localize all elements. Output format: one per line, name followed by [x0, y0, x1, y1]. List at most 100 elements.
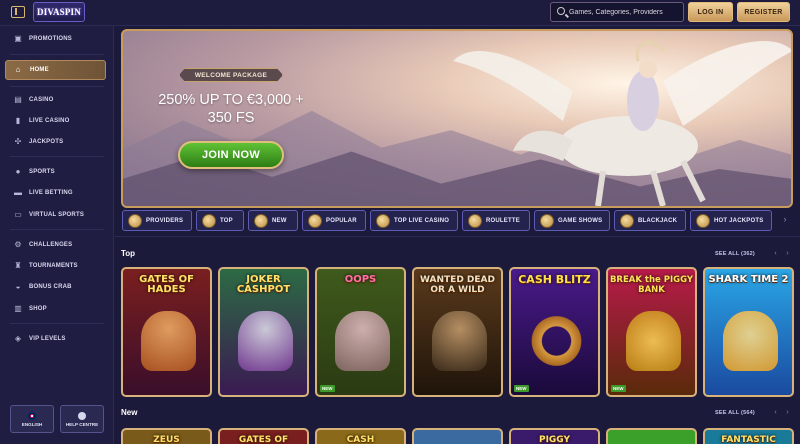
sports-icon: ● — [15, 167, 21, 176]
sidebar-item-promotions[interactable]: ▣ PROMOTIONS — [0, 31, 114, 47]
search-input[interactable] — [569, 5, 681, 19]
sidebar-item-label: TOURNAMENTS — [29, 263, 78, 269]
new-next-arrow-icon[interactable]: › — [783, 408, 792, 418]
help-centre-button[interactable]: HELP CENTRE — [60, 405, 104, 433]
hero-banner[interactable]: WELCOME PACKAGE 250% UP TO €3,000 + 350 … — [121, 29, 793, 208]
uk-flag-icon — [28, 411, 36, 420]
challenges-icon: ⚙ — [14, 240, 22, 249]
tab-top-live-casino[interactable]: TOP LIVE CASINO — [370, 210, 458, 231]
game-card-cash[interactable]: CASH — [315, 428, 406, 444]
shop-icon: ▥ — [14, 304, 22, 313]
tab-blackjack[interactable]: BLACKJACK — [614, 210, 686, 231]
section-title-new: New — [121, 408, 138, 417]
sidebar-divider — [10, 323, 104, 324]
section-divider — [115, 236, 800, 237]
tab-providers[interactable]: PROVIDERS — [122, 210, 192, 231]
language-button[interactable]: ENGLISH — [10, 405, 54, 433]
tab-game-shows[interactable]: GAME SHOWS — [534, 210, 610, 231]
new-prev-arrow-icon[interactable]: ‹ — [771, 408, 780, 418]
game-card-new-6[interactable] — [606, 428, 697, 444]
tab-label: PROVIDERS — [146, 217, 184, 224]
game-card-break-the-piggy-bank[interactable]: BREAK the PIGGY BANK NEW — [606, 267, 697, 397]
game-title: CASH BLITZ — [518, 273, 591, 286]
sidebar-divider — [10, 86, 104, 87]
game-card-zeus[interactable]: ZEUS — [121, 428, 212, 444]
sidebar-item-vip-levels[interactable]: ◈ VIP LEVELS — [0, 331, 114, 347]
categories-next-arrow-icon[interactable]: › — [779, 214, 791, 227]
top-live-casino-icon — [376, 214, 390, 228]
game-title: CASH — [346, 435, 375, 444]
site-logo[interactable]: DIVASPIN — [33, 2, 85, 22]
see-all-top-link[interactable]: SEE ALL (362) — [715, 251, 755, 257]
sidebar-item-label: SHOP — [29, 306, 47, 312]
pegasus-warrior-illustration — [453, 40, 791, 206]
search-box[interactable] — [550, 2, 684, 22]
game-card-gates-of-hades[interactable]: GATES OF HADES — [121, 267, 212, 397]
login-button[interactable]: LOG IN — [688, 2, 733, 22]
providers-icon — [128, 214, 142, 228]
see-all-new-link[interactable]: SEE ALL (564) — [715, 410, 755, 416]
tab-hot-jackpots[interactable]: HOT JACKPOTS — [690, 210, 772, 231]
tab-new[interactable]: NEW — [248, 210, 298, 231]
sidebar-item-label: PROMOTIONS — [29, 36, 73, 42]
top-prev-arrow-icon[interactable]: ‹ — [771, 249, 780, 259]
sidebar-item-jackpots[interactable]: ✣ JACKPOTS — [0, 134, 114, 150]
game-title: FANTASTIC — [721, 435, 776, 444]
vip-icon: ◈ — [14, 334, 22, 343]
game-card-shark-time-2[interactable]: SHARK TIME 2 — [703, 267, 794, 397]
sidebar-item-virtual-sports[interactable]: ▭ VIRTUAL SPORTS — [0, 207, 114, 223]
game-card-oops[interactable]: OOPS NEW — [315, 267, 406, 397]
tab-roulette[interactable]: ROULETTE — [462, 210, 530, 231]
new-badge: NEW — [611, 385, 626, 392]
sidebar-item-label: LIVE BETTING — [29, 190, 73, 196]
sidebar-divider — [10, 156, 104, 157]
game-title: GATES OF HADES — [238, 435, 289, 444]
register-button[interactable]: REGISTER — [737, 2, 790, 22]
tab-label: HOT JACKPOTS — [714, 217, 764, 224]
bonus-crab-icon: ◒ — [15, 282, 21, 291]
help-icon — [78, 411, 86, 420]
join-now-button[interactable]: JOIN NOW — [178, 141, 284, 169]
sidebar-item-challenges[interactable]: ⚙ CHALLENGES — [0, 237, 114, 253]
game-card-piggy[interactable]: PIGGY — [509, 428, 600, 444]
game-card-gates-of-hades-new[interactable]: GATES OF HADES — [218, 428, 309, 444]
live-casino-icon: ▮ — [15, 116, 21, 125]
sidebar-divider — [10, 229, 104, 230]
tab-top[interactable]: TOP — [196, 210, 244, 231]
game-card-joker-cashpot[interactable]: JOKER CASHPOT — [218, 267, 309, 397]
search-icon — [557, 7, 565, 15]
roulette-icon — [468, 214, 482, 228]
sidebar-item-label: JACKPOTS — [29, 139, 64, 145]
tab-label: BLACKJACK — [638, 217, 678, 224]
section-title-top: Top — [121, 249, 136, 258]
game-title: WANTED DEAD OR A WILD — [420, 275, 495, 295]
sidebar-item-label: CHALLENGES — [29, 242, 73, 248]
sidebar-item-shop[interactable]: ▥ SHOP — [0, 301, 114, 317]
sidebar-item-live-casino[interactable]: ▮ LIVE CASINO — [0, 113, 114, 129]
jackpots-icon: ✣ — [14, 137, 22, 146]
sidebar-item-tournaments[interactable]: ♜ TOURNAMENTS — [0, 258, 114, 274]
game-title: BREAK the PIGGY BANK — [609, 275, 694, 295]
tab-label: ROULETTE — [486, 217, 520, 224]
top-icon — [202, 214, 216, 228]
game-title: SHARK TIME 2 — [708, 274, 789, 285]
tab-popular[interactable]: POPULAR — [302, 210, 366, 231]
game-art — [238, 311, 293, 371]
sidebar-toggle-icon[interactable] — [11, 6, 25, 18]
home-icon: ⌂ — [15, 65, 21, 74]
game-art — [529, 311, 584, 371]
game-title: OOPS — [344, 274, 377, 285]
sidebar-item-home[interactable]: ⌂ HOME — [5, 60, 106, 80]
offer-line-2: 350 FS — [207, 110, 255, 126]
game-card-fantastic[interactable]: FANTASTIC — [703, 428, 794, 444]
sidebar-item-bonus-crab[interactable]: ◒ BONUS CRAB — [0, 279, 114, 295]
sidebar-item-label: HOME — [30, 67, 49, 73]
game-title: ZEUS — [153, 435, 180, 444]
game-card-new-4[interactable] — [412, 428, 503, 444]
sidebar-item-sports[interactable]: ● SPORTS — [0, 164, 114, 180]
game-card-wanted-dead-or-a-wild[interactable]: WANTED DEAD OR A WILD — [412, 267, 503, 397]
game-card-cash-blitz[interactable]: CASH BLITZ NEW — [509, 267, 600, 397]
top-next-arrow-icon[interactable]: › — [783, 249, 792, 259]
sidebar-item-live-betting[interactable]: ▬ LIVE BETTING — [0, 185, 114, 201]
sidebar-item-casino[interactable]: ▤ CASINO — [0, 92, 114, 108]
